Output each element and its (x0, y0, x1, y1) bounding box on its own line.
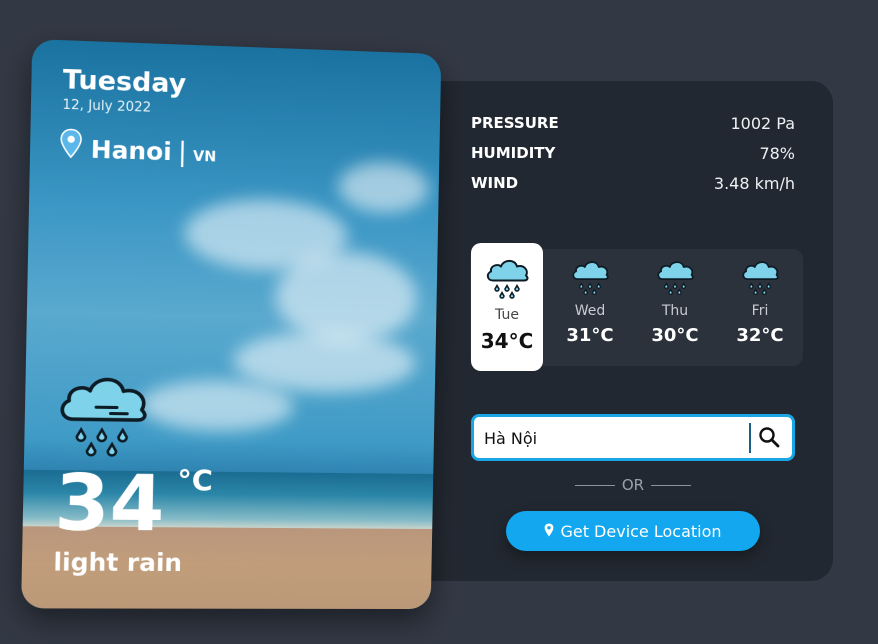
map-pin-icon (59, 128, 83, 163)
get-device-location-label: Get Device Location (560, 521, 722, 541)
stat-label: HUMIDITY (471, 144, 556, 162)
temperature-value: 34 (53, 456, 166, 549)
stat-pressure: PRESSURE 1002 Pa (471, 114, 795, 144)
current-temperature: 34 °C (53, 456, 214, 549)
forecast-strip: Tue 34°C Wed 31°C Thu 30°C Fri 32°C (470, 243, 803, 371)
city-search-input[interactable] (484, 426, 744, 450)
forecast-day-thu[interactable]: Thu 30°C (639, 249, 711, 371)
search-icon (757, 427, 781, 453)
current-date: 12, July 2022 (62, 97, 152, 116)
stat-label: WIND (471, 174, 519, 192)
forecast-day-name: Tue (495, 307, 519, 323)
country-code: VN (192, 148, 217, 166)
forecast-day-temp: 34°C (480, 329, 534, 353)
or-text: OR (621, 476, 645, 494)
city-search (471, 414, 795, 461)
forecast-day-name: Fri (751, 303, 769, 319)
temperature-unit: °C (177, 463, 214, 498)
location: Hanoi | VN (59, 128, 217, 168)
rain-cloud-icon (471, 255, 543, 305)
location-separator: | (177, 136, 188, 168)
map-pin-icon (544, 522, 554, 541)
forecast-day-tue[interactable]: Tue 34°C (471, 243, 543, 371)
stat-humidity: HUMIDITY 78% (471, 144, 795, 174)
forecast-day-temp: 32°C (736, 325, 784, 346)
forecast-day-wed[interactable]: Wed 31°C (554, 249, 626, 371)
stat-label: PRESSURE (471, 114, 559, 132)
stat-wind: WIND 3.48 km/h (471, 174, 795, 204)
forecast-day-name: Wed (574, 303, 606, 319)
current-day: Tuesday (62, 64, 187, 100)
city-name: Hanoi (90, 135, 172, 167)
weather-description: light rain (53, 547, 183, 578)
rain-cloud-icon (639, 257, 711, 301)
weather-stats: PRESSURE 1002 Pa HUMIDITY 78% WIND 3.48 … (471, 114, 795, 204)
current-weather-card: Tuesday 12, July 2022 Hanoi | VN 34 °C l… (21, 39, 442, 610)
forecast-day-temp: 30°C (651, 325, 699, 346)
get-device-location-button[interactable]: Get Device Location (506, 511, 760, 551)
forecast-day-fri[interactable]: Fri 32°C (724, 249, 796, 371)
rain-cloud-icon (53, 368, 151, 465)
or-divider: OR (575, 476, 691, 494)
stat-value: 3.48 km/h (713, 174, 795, 193)
search-button[interactable] (757, 425, 785, 451)
stat-value: 78% (759, 144, 795, 163)
rain-cloud-icon (724, 257, 796, 301)
stat-value: 1002 Pa (730, 114, 795, 133)
search-divider (749, 423, 751, 453)
rain-cloud-icon (554, 257, 626, 301)
forecast-day-temp: 31°C (566, 325, 614, 346)
forecast-day-name: Thu (661, 303, 689, 319)
